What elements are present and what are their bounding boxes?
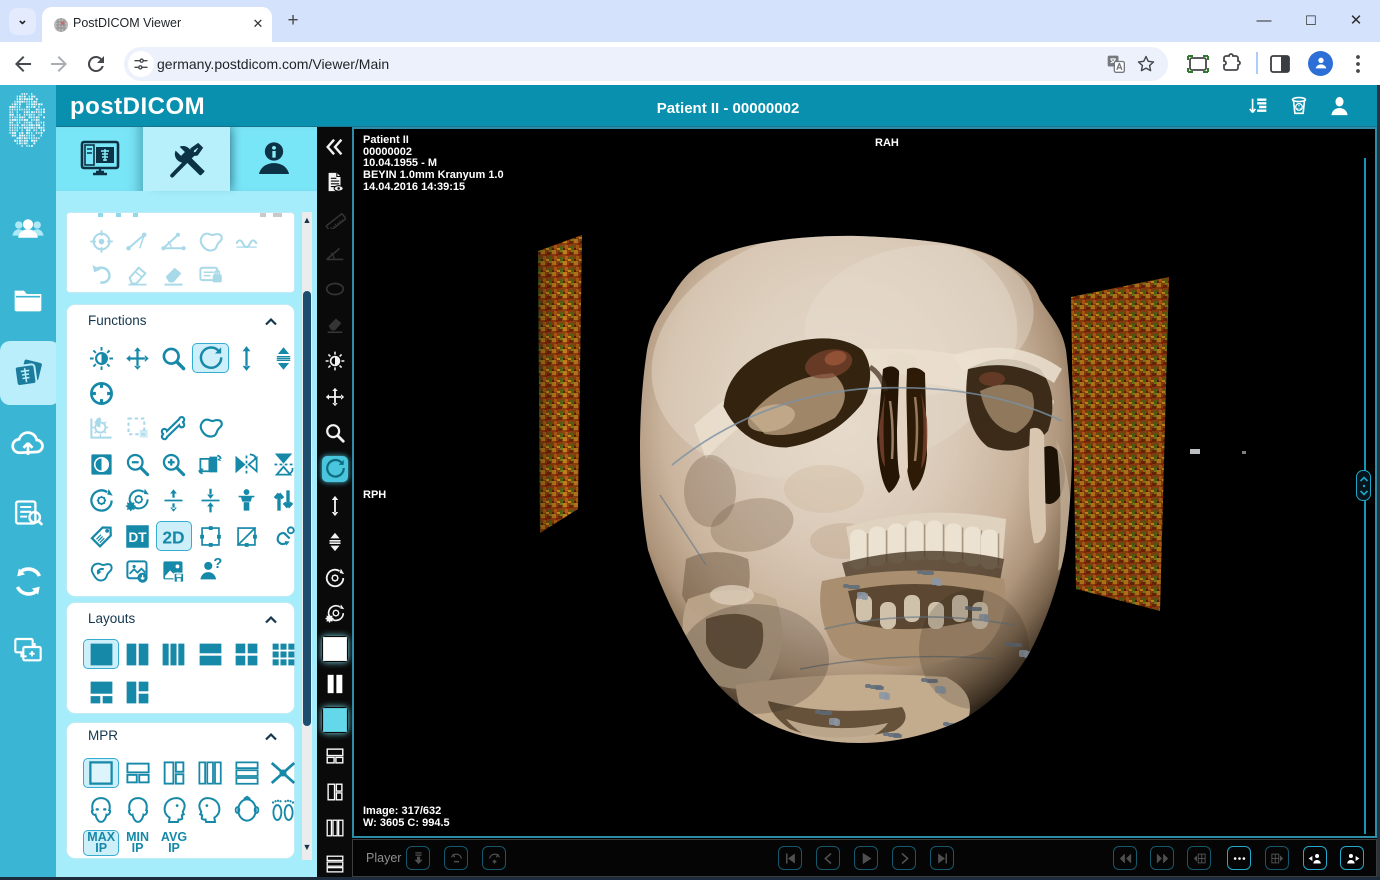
- svg-text:DT: DT: [129, 530, 148, 545]
- svg-text:?: ?: [213, 558, 222, 572]
- svg-text:2D: 2D: [163, 527, 185, 547]
